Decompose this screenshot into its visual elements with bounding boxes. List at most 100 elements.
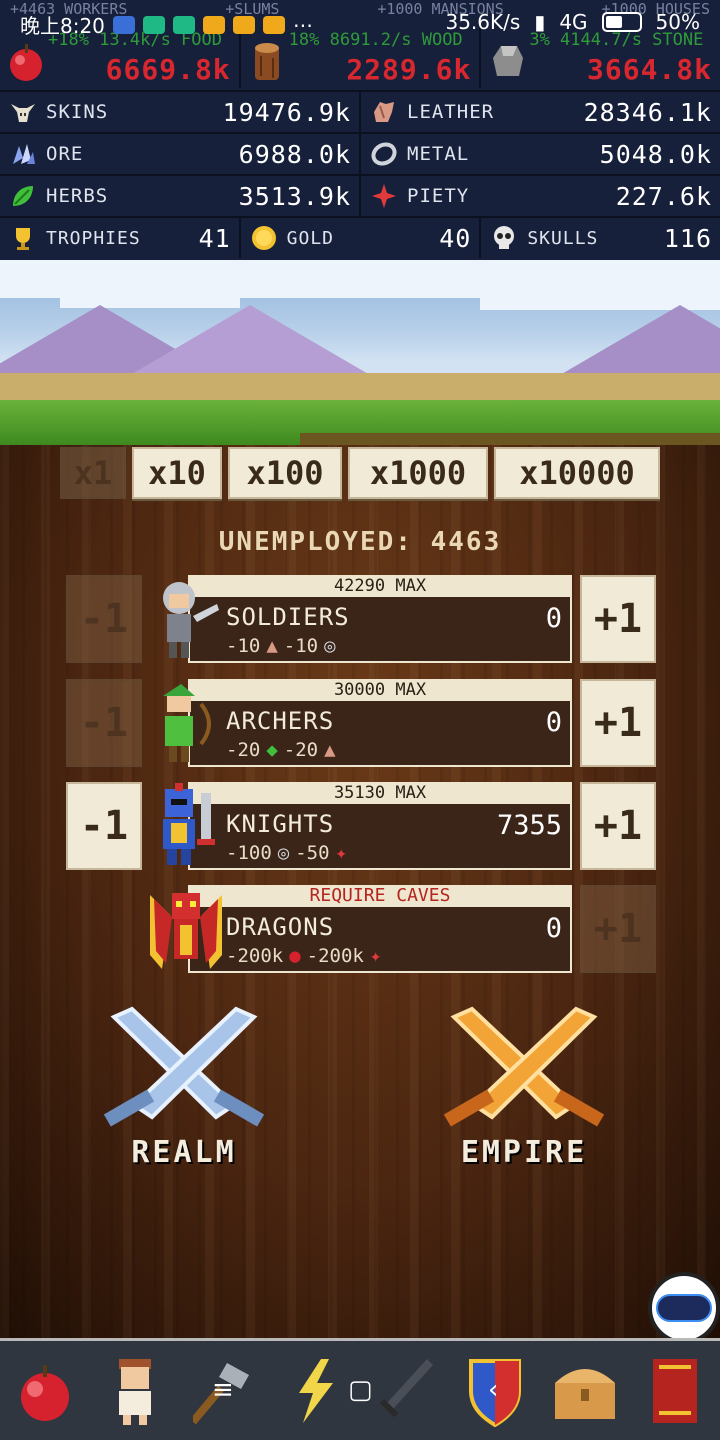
trophies-label: TROPHIES [46,227,141,249]
dragons-card: REQUIRE CAVES DRAGONS 0 -200k ● -200k ✦ [148,885,572,973]
status-bar-left: 晚上8:20 ⋯ [20,10,313,39]
multiplier-x1000-button[interactable]: x1000 [348,447,488,499]
archers-plus-button[interactable]: +1 [580,679,656,767]
book-tab[interactable] [640,1351,710,1431]
gold-resource[interactable]: GOLD 40 [241,218,482,258]
piety-cross-icon: ✦ [369,945,382,967]
apple-icon [10,44,42,81]
piety-cross-icon [369,181,399,211]
metal-value: 5048.0k [599,139,712,169]
ore-value: 6988.0k [238,139,351,169]
piety-label: PIETY [407,185,470,207]
dragons-requirement: REQUIRE CAVES [188,885,572,907]
wood-rate: 18% 8691.2/s WOOD [288,30,463,50]
back-nav-icon[interactable]: ‹ [488,1375,498,1405]
menu-nav-icon[interactable]: ≡ [212,1375,234,1405]
piety-resource[interactable]: PIETY 227.6k [361,176,720,216]
archers-name: ARCHERS [226,707,335,735]
floating-speed-button[interactable] [648,1272,720,1344]
dragons-body: DRAGONS 0 -200k ● -200k ✦ [188,907,572,973]
dragons-cost: -200k ● -200k ✦ [226,945,381,967]
soldiers-cost-metal: -10 [283,635,319,657]
skulls-label: SKULLS [527,227,599,249]
multiplier-x10000-button[interactable]: x10000 [494,447,660,499]
metal-resource[interactable]: METAL 5048.0k [361,134,720,174]
treasure-tab[interactable] [550,1351,620,1431]
mountain [560,305,720,375]
herbs-resource[interactable]: HERBS 3513.9k [0,176,361,216]
stone-icon [493,46,524,76]
mail-notification-icon-3 [262,15,285,34]
resource-row: TROPHIES 41 GOLD 40 SKULLS 116 [0,216,720,258]
food-amount: 6669.8k [105,53,231,86]
knights-plus-button[interactable]: +1 [580,782,656,870]
leather-value: 28346.1k [583,97,712,127]
knights-minus-button[interactable]: -1 [66,782,142,870]
empire-button[interactable]: EMPIRE [414,1005,634,1175]
dragons-cost-piety: -200k [306,945,364,967]
herb-leaf-icon [8,181,38,211]
trophies-resource[interactable]: TROPHIES 41 [0,218,241,258]
trophy-icon [8,223,38,253]
knights-body: KNIGHTS 7355 -100 ◎ -50 ✦ [188,804,572,870]
skulls-resource[interactable]: SKULLS 116 [481,218,720,258]
gold-value: 40 [439,223,472,253]
food-tab[interactable] [10,1351,80,1431]
sync-notification-icon-2 [172,15,195,34]
unit-row-soldiers: -1 42290 MAX SOLDIERS 0 -10 ▲ -10 ◎ +1 [66,575,656,665]
herbs-value: 3513.9k [238,181,351,211]
archers-cost: -20 ◆ -20 ▲ [226,739,336,761]
ore-label: ORE [46,143,84,165]
archers-card: 30000 MAX ARCHERS 0 -20 ◆ -20 ▲ [148,679,572,767]
multiplier-x1-button[interactable]: x1 [60,447,126,499]
multiplier-x100-button[interactable]: x100 [228,447,342,499]
unit-row-knights: -1 35130 MAX KNIGHTS 7355 -100 ◎ -50 ✦ +… [66,782,656,872]
piety-cross-icon: ✦ [335,842,347,864]
knights-cap: 35130 MAX [188,782,572,804]
realm-label: REALM [131,1135,237,1170]
multiplier-x10-button[interactable]: x10 [132,447,222,499]
ore-resource[interactable]: ORE 6988.0k [0,134,361,174]
app-notification-icon [112,15,135,34]
landscape-banner [0,260,720,445]
dragons-name: DRAGONS [226,913,335,941]
skins-resource[interactable]: SKINS 19476.9k [0,92,361,132]
archers-cost-leather: -20 [283,739,319,761]
wood-amount: 2289.6k [346,53,472,86]
leather-resource[interactable]: LEATHER 28346.1k [361,92,720,132]
herb-leaf-icon: ◆ [266,739,278,761]
unemployed-value: 4463 [430,527,502,557]
knights-cost-metal: -100 [226,842,272,864]
soldiers-plus-button[interactable]: +1 [580,575,656,663]
archers-minus-button[interactable]: -1 [66,679,142,767]
gold-coin-icon [249,223,279,253]
book-icon [653,1358,697,1423]
resource-header: +4463 WORKERS +SLUMS +1000 MANSIONS +100… [0,0,720,260]
network-speed: 35.6K/s [445,10,521,34]
status-time: 晚上8:20 [20,14,105,38]
soldiers-minus-button[interactable]: -1 [66,575,142,663]
skull-icon [489,223,519,253]
people-tab[interactable] [100,1351,170,1431]
military-tab[interactable] [370,1351,440,1431]
magic-tab[interactable] [280,1351,350,1431]
metal-ring-icon: ◎ [324,635,336,657]
dragons-plus-button[interactable]: +1 [580,885,656,973]
realm-button[interactable]: REALM [74,1005,294,1175]
stone-resource[interactable]: 3% 4144.7/s STONE 3664.8k [481,28,720,88]
skins-value: 19476.9k [222,97,351,127]
knight-portrait-icon [148,782,224,870]
resource-row: SKINS 19476.9k LEATHER 28346.1k [0,90,720,132]
unemployed-label: UNEMPLOYED: [218,527,413,557]
chest-icon [555,1368,615,1419]
skins-label: SKINS [46,101,109,123]
apple-icon: ● [289,945,301,967]
empire-label: EMPIRE [460,1135,588,1170]
mountain [130,305,370,375]
home-nav-icon[interactable]: ▢ [348,1375,373,1405]
more-notifications-icon: ⋯ [292,12,313,37]
status-bar-right: 35.6K/s ▮ 4G 50% [445,10,700,34]
archers-cap: 30000 MAX [188,679,572,701]
piety-value: 227.6k [615,181,712,211]
network-type: 4G [559,10,588,34]
